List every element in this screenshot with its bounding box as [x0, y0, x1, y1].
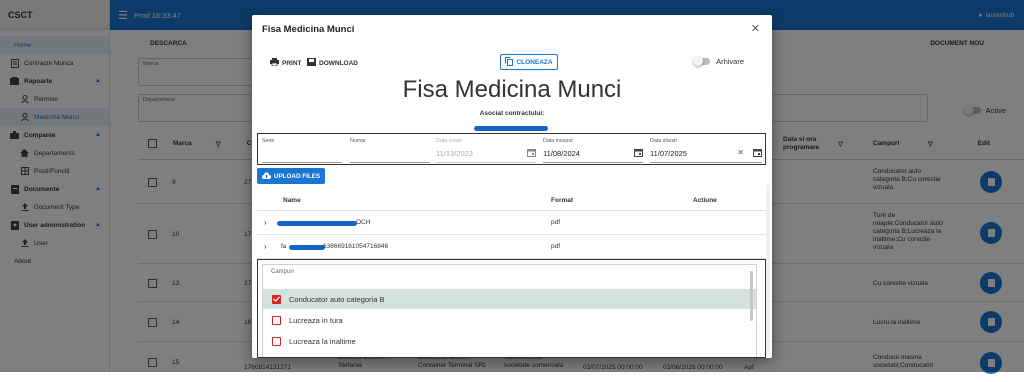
redacted-contract: [474, 126, 548, 131]
cloud-upload-icon: [262, 172, 271, 181]
campuri-section: Campuri Conducator auto categoria B Lucr…: [257, 259, 766, 358]
checkbox-checked-icon[interactable]: [272, 295, 281, 304]
calendar-icon[interactable]: [753, 148, 762, 157]
campuri-option-label: Lucreaza in tura: [289, 316, 343, 325]
calendar-icon[interactable]: [634, 148, 643, 157]
file-name-prefix: fa: [281, 243, 286, 250]
checkbox-icon[interactable]: [272, 337, 281, 346]
calendar-icon: [527, 148, 536, 157]
download-label: DOWNLOAD: [319, 60, 358, 67]
expand-icon[interactable]: ›: [264, 242, 267, 251]
print-button[interactable]: PRINT: [270, 58, 302, 68]
arhivare-toggle[interactable]: Arhivare: [694, 57, 744, 66]
campuri-scrollbar[interactable]: [750, 271, 753, 321]
campuri-label: Campuri: [271, 269, 294, 275]
medicina-munci-dialog: Fisa Medicina Munci ✕ PRINT DOWNLOAD CLO…: [252, 15, 772, 358]
copy-icon: [505, 57, 513, 68]
campuri-list: Campuri Conducator auto categoria B Lucr…: [262, 264, 757, 357]
file-format: pdf: [551, 243, 560, 250]
campuri-option-label: Conducator auto categoria B: [289, 295, 384, 304]
campuri-option[interactable]: Lucreaza la inaltime: [263, 331, 756, 351]
column-header-name: Name: [283, 197, 301, 204]
redacted-file-name: [289, 245, 325, 250]
serie-field[interactable]: Serie: [262, 138, 342, 160]
data-inceput-label: Data inceput: [543, 138, 643, 144]
file-row[interactable]: › OCH pdf: [257, 211, 767, 235]
data-inceput-field[interactable]: Data inceput 11/08/2024: [543, 138, 643, 160]
arhivare-switch[interactable]: [694, 58, 710, 65]
download-button[interactable]: DOWNLOAD: [307, 58, 358, 68]
document-heading: Fisa Medicina Munci: [252, 76, 772, 104]
printer-icon: [270, 58, 279, 68]
data-sfarsit-value: 11/07/2025: [650, 149, 687, 158]
close-icon[interactable]: ✕: [751, 22, 760, 35]
download-icon: [307, 58, 316, 68]
clear-icon[interactable]: ✕: [737, 148, 744, 157]
redacted-file-name: [277, 221, 357, 226]
expand-icon[interactable]: ›: [264, 218, 267, 227]
data-creari-label: Data creari: [436, 138, 536, 144]
upload-files-button[interactable]: UPLOAD FILES: [257, 168, 325, 184]
upload-files-label: UPLOAD FILES: [274, 173, 320, 180]
associated-contract-label: Asociat contractului:: [252, 110, 772, 117]
data-creari-field: Data creari 11/13/2023: [436, 138, 536, 160]
print-label: PRINT: [282, 60, 302, 67]
numar-field[interactable]: Numar: [350, 138, 430, 160]
data-sfarsit-field[interactable]: Data sfarsit 11/07/2025 ✕: [650, 138, 762, 160]
file-row[interactable]: › fa 638669161054716846 pdf: [257, 235, 767, 259]
arhivare-label: Arhivare: [716, 57, 744, 66]
dialog-title: Fisa Medicina Munci: [262, 24, 354, 35]
campuri-option[interactable]: Lucreaza in tura: [263, 310, 756, 330]
checkbox-icon[interactable]: [272, 316, 281, 325]
cloneaza-label: CLONEAZA: [516, 59, 552, 66]
dialog-scrollbar[interactable]: [766, 185, 770, 355]
numar-label: Numar: [350, 138, 430, 144]
files-table-header: Name Format Actiune: [257, 191, 767, 211]
campuri-option-label: Lucreaza la inaltime: [289, 337, 356, 346]
file-name-suffix: OCH: [356, 219, 370, 226]
file-name-suffix: 638669161054716846: [323, 243, 388, 250]
data-sfarsit-label: Data sfarsit: [650, 138, 762, 144]
serie-label: Serie: [262, 138, 342, 144]
data-creari-value: 11/13/2023: [436, 149, 473, 158]
data-inceput-value: 11/08/2024: [543, 149, 580, 158]
cloneaza-button[interactable]: CLONEAZA: [500, 54, 558, 70]
file-format: pdf: [551, 219, 560, 226]
campuri-option[interactable]: Conducator auto categoria B: [263, 289, 756, 309]
column-header-format: Format: [551, 197, 573, 204]
document-fields: Serie Numar Data creari 11/13/2023 Data …: [257, 133, 766, 165]
column-header-actiune: Actiune: [693, 197, 717, 204]
